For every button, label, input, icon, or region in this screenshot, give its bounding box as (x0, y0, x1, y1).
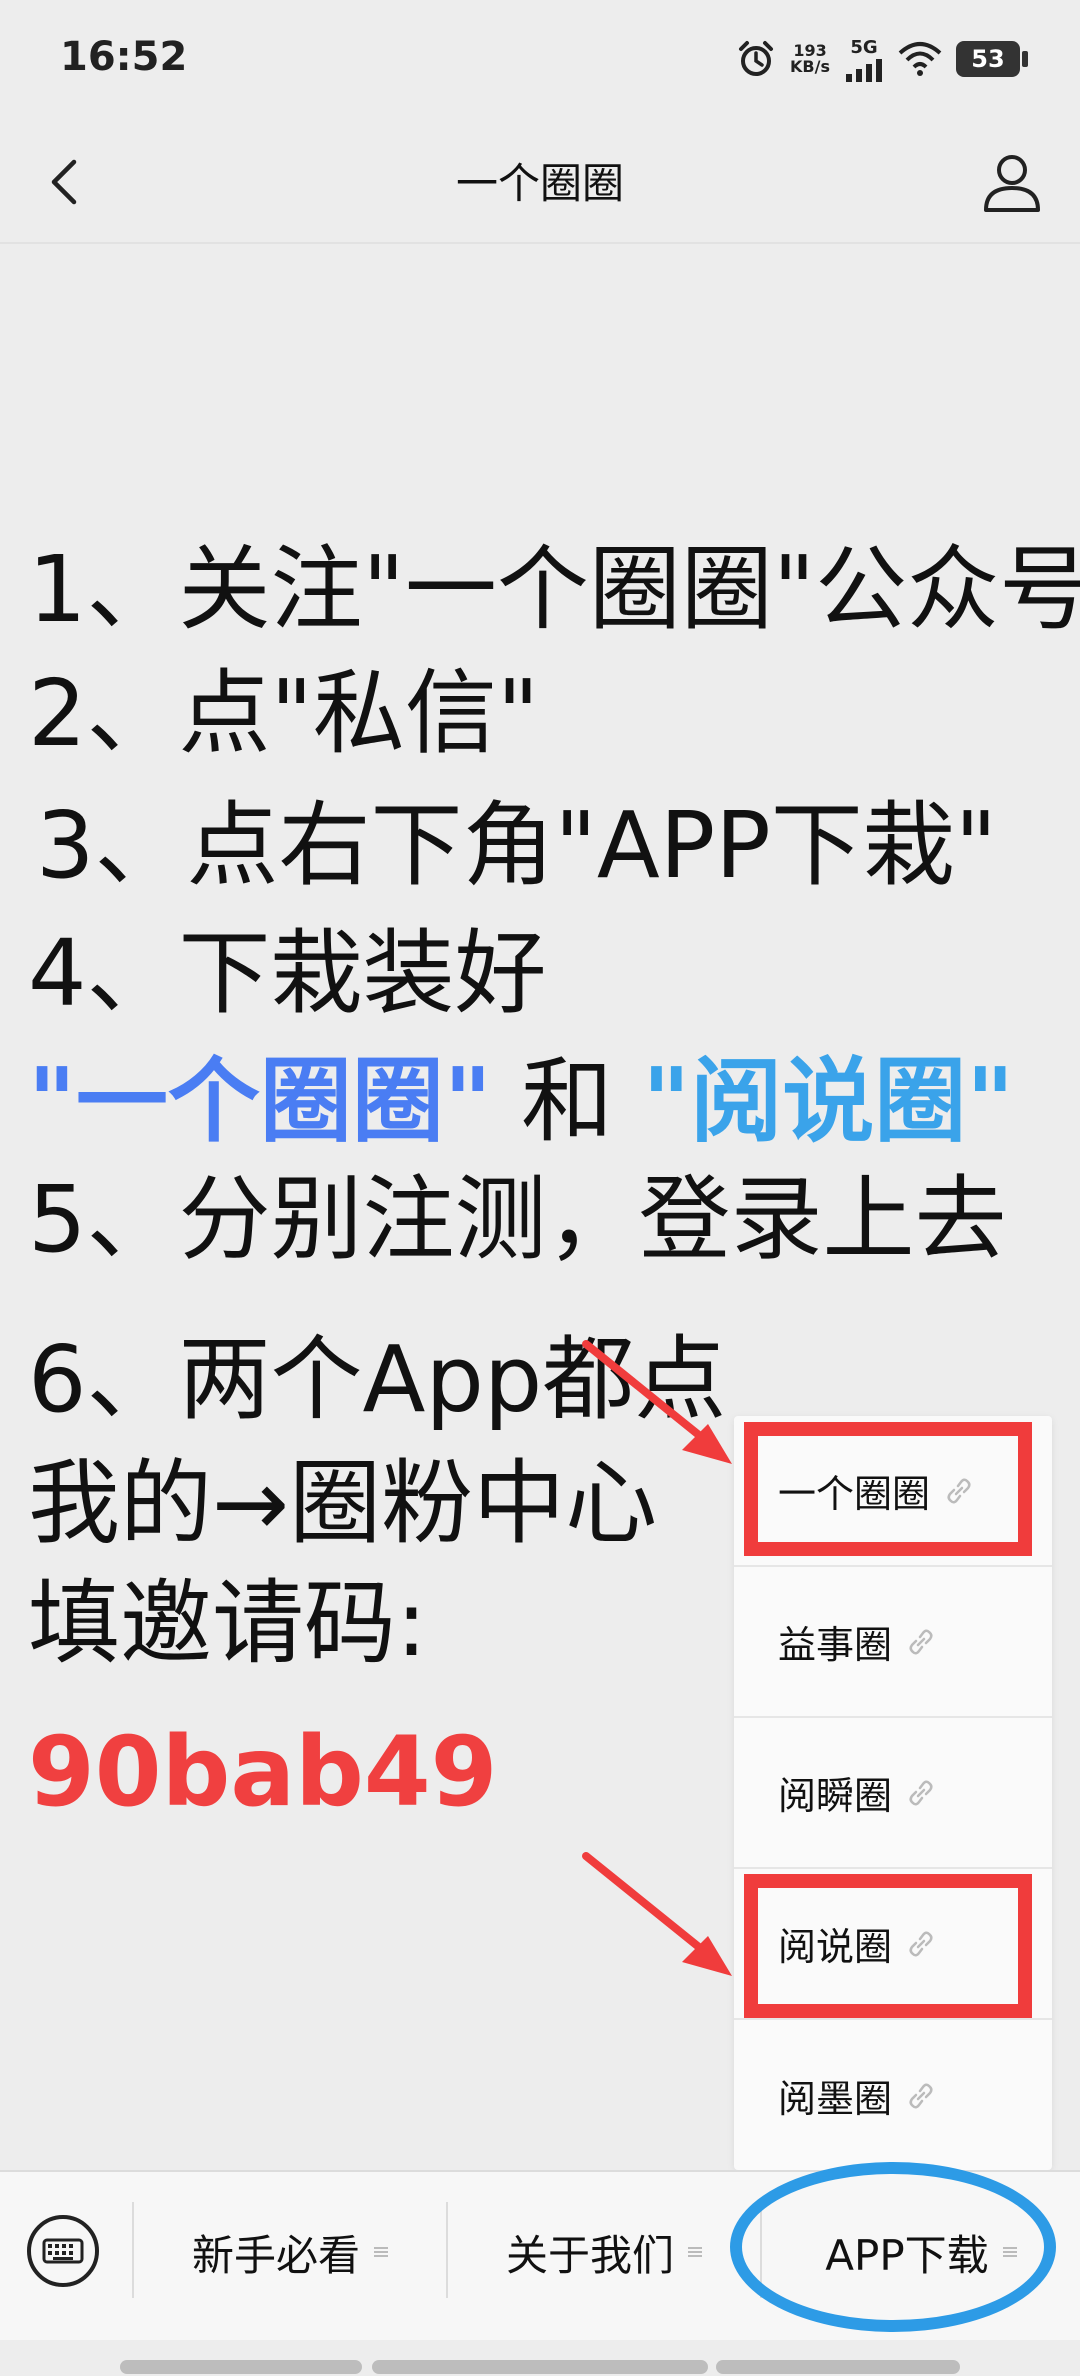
instruction-line-3: 3、点右下角"APP下栽" (36, 792, 998, 899)
submenu-item-label: 阅墨圈 (778, 2077, 893, 2121)
network-type: 5G (850, 36, 878, 58)
menu-tab-label: 新手必看 (191, 2230, 360, 2280)
menu-tab-about[interactable]: 关于我们 (450, 2206, 760, 2298)
instruction-line-2: 2、点"私信" (28, 660, 540, 767)
submenu-item-yishiquan[interactable]: 益事圈 (734, 1567, 1052, 1718)
battery-icon: 53 (956, 41, 1028, 77)
instruction-line-8: 填邀请码: (28, 1570, 427, 1677)
speed-unit: KB/s (790, 57, 830, 76)
signal-icon (846, 58, 882, 82)
instruction-line-5: 5、分别注测，登录上去 (28, 1166, 1007, 1273)
red-arrow-icon (582, 1852, 732, 1976)
instruction-line-1: 1、关注"一个圈圈"公众号 (28, 536, 1080, 643)
submenu-item-label: 益事圈 (778, 1623, 893, 1667)
invite-code: 90bab49 (28, 1716, 498, 1828)
link-icon (909, 1779, 933, 1806)
instruction-line-4: 4、下栽装好 (28, 920, 547, 1027)
app-names-line: "一个圈圈" 和 "阅说圈" (28, 1052, 1014, 1152)
submenu-lines-icon (688, 2247, 702, 2257)
app-name-yigequanquan: "一个圈圈" (28, 1048, 492, 1155)
app-download-submenu: 一个圈圈 益事圈 阅瞬圈 阅说圈 阅墨圈 (734, 1416, 1052, 2170)
home-indicator-segment (372, 2360, 708, 2374)
submenu-item-label: 一个圈圈 (778, 1472, 931, 1516)
person-icon[interactable] (978, 148, 1046, 216)
submenu-lines-icon (374, 2247, 388, 2257)
status-bar: 16:52 193 KB/s 5G 53 (0, 0, 1080, 120)
and-text: 和 (491, 1048, 643, 1155)
status-icons: 193 KB/s 5G 53 (736, 34, 1028, 84)
alarm-icon (739, 41, 774, 76)
instruction-line-7: 我的→圈粉中心 (28, 1450, 658, 1557)
highlight-ellipse (730, 2162, 1056, 2332)
link-icon (909, 1930, 933, 1957)
menu-divider (446, 2202, 448, 2298)
nav-bar: 一个圈圈 (0, 120, 1080, 244)
home-indicator (0, 2356, 1080, 2376)
submenu-item-yigequanquan[interactable]: 一个圈圈 (734, 1416, 1052, 1567)
page-title: 一个圈圈 (455, 159, 624, 208)
link-icon (947, 1477, 971, 1504)
menu-divider (132, 2202, 134, 2298)
submenu-item-label: 阅说圈 (778, 1925, 893, 1969)
status-time: 16:52 (60, 34, 188, 80)
link-icon (909, 2082, 933, 2109)
menu-tab-newbie[interactable]: 新手必看 (136, 2206, 446, 2298)
menu-tab-label: 关于我们 (505, 2230, 674, 2280)
home-indicator-segment (120, 2360, 362, 2374)
red-arrow-icon (582, 1340, 732, 1464)
screen: 16:52 193 KB/s 5G 53 一个圈圈 1、关注"一个圈圈"公众号 … (0, 0, 1080, 2376)
submenu-item-label: 阅瞬圈 (778, 1774, 893, 1818)
wifi-icon (898, 42, 942, 76)
submenu-item-yuemoquan[interactable]: 阅墨圈 (734, 2020, 1052, 2171)
link-icon (909, 1628, 933, 1655)
submenu-item-yueshunquan[interactable]: 阅瞬圈 (734, 1718, 1052, 1869)
submenu-item-yueshuoquan[interactable]: 阅说圈 (734, 1869, 1052, 2020)
keyboard-icon[interactable] (24, 2212, 102, 2290)
network-block: 5G (844, 37, 884, 82)
app-name-yueshuoquan: "阅说圈" (642, 1048, 1015, 1155)
network-speed: 193 KB/s (790, 43, 830, 75)
home-indicator-segment (716, 2360, 960, 2374)
